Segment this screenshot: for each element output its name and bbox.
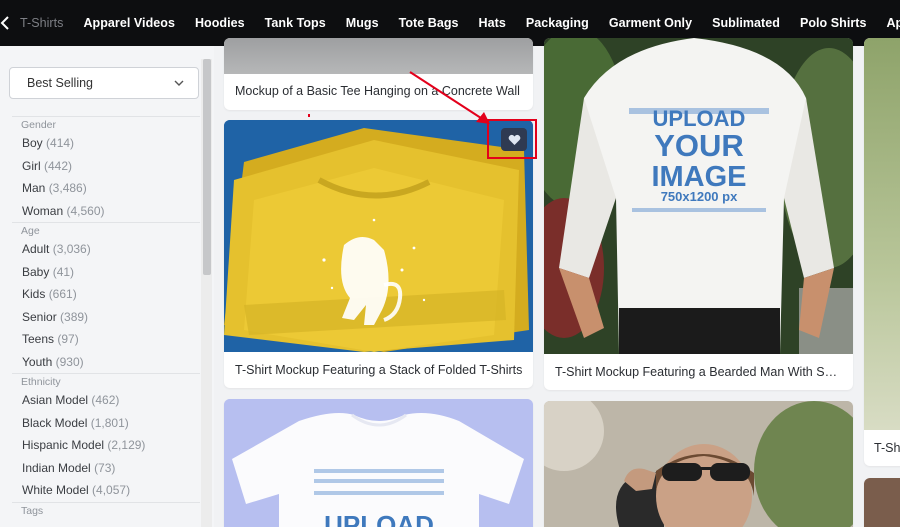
filter-boy[interactable]: Boy (414)	[0, 132, 200, 155]
tab-packaging[interactable]: Packaging	[516, 16, 599, 30]
filter-woman[interactable]: Woman (4,560)	[0, 200, 200, 223]
filter-indian-model[interactable]: Indian Model (73)	[0, 457, 200, 480]
mockup-title: T-Shirt Mockup Featuring a Stack of Fold…	[235, 363, 523, 377]
tab-t-shirts[interactable]: T-Shirts	[10, 16, 73, 30]
mockup-image[interactable]	[544, 401, 853, 527]
upload-text-partial: UPLOAD	[324, 510, 434, 527]
filter-black-model[interactable]: Black Model (1,801)	[0, 412, 200, 435]
tab-hats[interactable]: Hats	[469, 16, 516, 30]
filter-white-model[interactable]: White Model (4,057)	[0, 479, 200, 502]
filter-man[interactable]: Man (3,486)	[0, 177, 200, 200]
filter-group-gender: Gender	[12, 116, 200, 132]
filter-sidebar: Best Selling Gender Boy (414) Girl (442)…	[0, 46, 214, 527]
woman-illustration	[544, 401, 853, 527]
upload-text-size: 750x1200 px	[661, 189, 738, 204]
white-tee-illustration: UPLOAD	[224, 399, 533, 527]
filter-girl[interactable]: Girl (442)	[0, 155, 200, 178]
tab-mugs[interactable]: Mugs	[336, 16, 389, 30]
filter-hispanic-model[interactable]: Hispanic Model (2,129)	[0, 434, 200, 457]
filter-teens[interactable]: Teens (97)	[0, 328, 200, 351]
tab-apparel[interactable]: Apparel	[876, 16, 900, 30]
bearded-man-illustration: UPLOAD YOUR IMAGE 750x1200 px	[544, 38, 853, 354]
filter-youth[interactable]: Youth (930)	[0, 351, 200, 374]
chevron-left-icon	[0, 16, 9, 30]
mockup-image[interactable]	[864, 38, 900, 430]
category-tabs: T-Shirts Apparel Videos Hoodies Tank Top…	[10, 16, 900, 30]
mockup-card-partial[interactable]: T-Shi	[864, 38, 900, 466]
tab-hoodies[interactable]: Hoodies	[185, 16, 255, 30]
upload-text-line2: YOUR	[654, 128, 744, 163]
tab-polo-shirts[interactable]: Polo Shirts	[790, 16, 877, 30]
tab-sublimated[interactable]: Sublimated	[702, 16, 790, 30]
sort-dropdown[interactable]: Best Selling	[9, 67, 199, 99]
tab-apparel-videos[interactable]: Apparel Videos	[73, 16, 184, 30]
mockup-title: T-Shirt Mockup Featuring a Bearded Man W…	[555, 365, 840, 379]
mockup-card-woman-sunglasses[interactable]	[544, 401, 853, 527]
mockup-card-bearded-man[interactable]: UPLOAD YOUR IMAGE 750x1200 px T-Shirt Mo…	[544, 38, 853, 390]
filter-senior[interactable]: Senior (389)	[0, 306, 200, 329]
annotation-arrow-icon	[409, 71, 490, 124]
nav-back-button[interactable]	[0, 0, 10, 46]
filter-group-tags: Tags	[12, 501, 200, 518]
mockup-image[interactable]: UPLOAD	[224, 399, 533, 527]
mockup-card-white-tee[interactable]: UPLOAD	[224, 399, 533, 527]
filter-asian-model[interactable]: Asian Model (462)	[0, 389, 200, 412]
filter-baby[interactable]: Baby (41)	[0, 261, 200, 284]
mockup-title: T-Shi	[874, 441, 900, 455]
tab-garment-only[interactable]: Garment Only	[599, 16, 702, 30]
tab-tote-bags[interactable]: Tote Bags	[389, 16, 469, 30]
tab-tank-tops[interactable]: Tank Tops	[255, 16, 336, 30]
mockup-image[interactable]: UPLOAD YOUR IMAGE 750x1200 px	[544, 38, 853, 354]
mockup-card-folded-shirts[interactable]: T-Shirt Mockup Featuring a Stack of Fold…	[224, 120, 533, 388]
sidebar-scrollbar[interactable]	[201, 59, 212, 527]
filter-adult[interactable]: Adult (3,036)	[0, 238, 200, 261]
mockup-card-partial-bottom[interactable]	[864, 478, 900, 527]
filter-group-age: Age	[12, 222, 200, 238]
filter-group-ethnicity: Ethnicity	[12, 373, 200, 389]
filter-kids[interactable]: Kids (661)	[0, 283, 200, 306]
sidebar-scrollbar-thumb[interactable]	[203, 59, 211, 275]
annotation-dot	[308, 114, 310, 117]
filter-list: Gender Boy (414) Girl (442) Man (3,486) …	[0, 116, 200, 518]
chevron-down-icon	[174, 80, 184, 86]
sort-value: Best Selling	[27, 76, 94, 90]
mockup-image[interactable]	[864, 478, 900, 527]
